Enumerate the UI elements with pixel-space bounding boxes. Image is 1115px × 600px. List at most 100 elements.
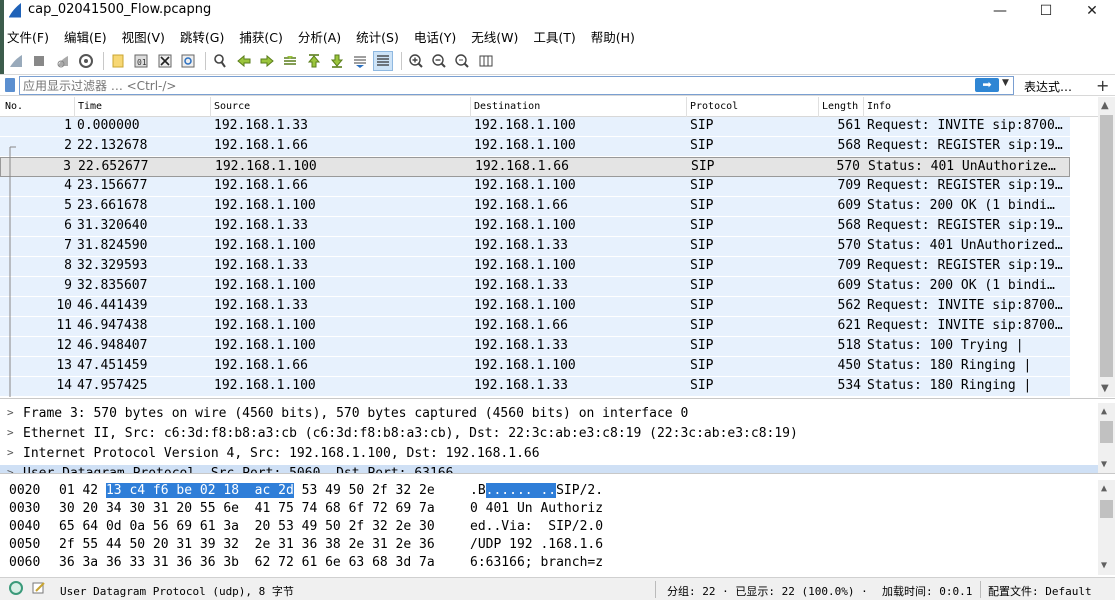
packet-row[interactable]: 2 22.132678 192.168.1.66 192.168.1.100 SIP 56… (0, 137, 1070, 157)
packet-no: 1 (64, 118, 72, 133)
menu-tools[interactable]: 工具(T) (526, 24, 583, 46)
packet-row[interactable]: 5 23.661678 192.168.1.100 192.168.1.66 SIP 60… (0, 197, 1070, 217)
packet-info: Request: REGISTER sip:19… (867, 178, 1063, 193)
go-to-packet-icon[interactable] (280, 51, 300, 71)
menu-go[interactable]: 跳转(G) (173, 24, 232, 46)
add-filter-button[interactable]: + (1096, 76, 1109, 95)
packet-protocol: SIP (690, 378, 714, 393)
expression-button[interactable]: 表达式… (1024, 78, 1072, 95)
menu-view[interactable]: 视图(V) (115, 24, 173, 46)
minimize-button[interactable]: — (977, 0, 1023, 22)
colorize-icon[interactable] (373, 51, 394, 71)
byte-hex: 2f 55 44 50 20 31 39 32 2e 31 36 38 2e 3… (59, 537, 435, 552)
bookmark-icon[interactable] (5, 78, 15, 92)
resize-columns-icon[interactable] (476, 51, 496, 71)
packet-source: 192.168.1.33 (214, 218, 308, 233)
details-scrollbar[interactable]: ▲ ▼ (1098, 403, 1115, 473)
capture-comment-icon[interactable] (32, 581, 46, 598)
column-header-no[interactable]: No. (5, 101, 23, 112)
detail-row-udp[interactable]: > User Datagram Protocol, Src Port: 5060… (0, 465, 1098, 474)
packet-no: 12 (56, 338, 72, 353)
column-header-protocol[interactable]: Protocol (690, 101, 738, 112)
restart-icon[interactable] (53, 51, 73, 71)
packet-row[interactable]: 12 46.948407 192.168.1.100 192.168.1.33 SIP 5… (0, 337, 1070, 357)
packet-row[interactable]: 1 0.000000 192.168.1.33 192.168.1.100 SIP 561… (0, 117, 1070, 137)
zoom-out-icon[interactable] (429, 51, 449, 71)
display-filter-input[interactable] (19, 76, 1014, 95)
packet-length: 561 (837, 118, 861, 133)
scroll-down-arrow-icon[interactable]: ▼ (1101, 383, 1109, 394)
menu-edit[interactable]: 编辑(E) (57, 24, 115, 46)
column-header-source[interactable]: Source (214, 101, 250, 112)
column-header-length[interactable]: Length (822, 101, 858, 112)
details-scroll-thumb[interactable] (1100, 421, 1113, 443)
zoom-in-icon[interactable] (406, 51, 426, 71)
packet-protocol: SIP (690, 278, 714, 293)
expand-chevron-icon[interactable]: > (7, 446, 14, 459)
maximize-button[interactable]: ☐ (1023, 0, 1069, 22)
menu-help[interactable]: 帮助(H) (584, 24, 643, 46)
scroll-down-arrow-icon[interactable]: ▼ (1101, 459, 1107, 470)
packet-row[interactable]: 7 31.824590 192.168.1.100 192.168.1.33 SIP 57… (0, 237, 1070, 257)
close-file-icon[interactable] (155, 51, 175, 71)
packet-row[interactable]: 8 32.329593 192.168.1.33 192.168.1.100 SIP 70… (0, 257, 1070, 277)
scroll-up-arrow-icon[interactable]: ▲ (1101, 406, 1107, 417)
ascii-hl: ...... .. (485, 483, 557, 498)
menu-file[interactable]: 文件(F) (0, 24, 57, 46)
reload-icon[interactable] (178, 51, 198, 71)
packet-protocol: SIP (690, 178, 714, 193)
find-icon[interactable] (210, 51, 230, 71)
first-packet-icon[interactable] (304, 51, 324, 71)
scroll-down-arrow-icon[interactable]: ▼ (1101, 560, 1107, 571)
byte-ascii: 6:63166; branch=z (470, 555, 603, 570)
bytes-scrollbar[interactable]: ▲ ▼ (1098, 480, 1115, 575)
packet-list-scroll-thumb[interactable] (1100, 115, 1113, 377)
ascii-pre: ed..Via: SIP/2.0 (470, 519, 604, 534)
packet-row[interactable]: 4 23.156677 192.168.1.66 192.168.1.100 SIP 70… (0, 177, 1070, 197)
bytes-scroll-thumb[interactable] (1100, 500, 1113, 518)
status-profile[interactable]: 配置文件: Default (988, 583, 1092, 599)
packet-row[interactable]: 11 46.947438 192.168.1.100 192.168.1.66 SIP 6… (0, 317, 1070, 337)
menu-wireless[interactable]: 无线(W) (464, 24, 526, 46)
column-header-info[interactable]: Info (867, 101, 891, 112)
packet-time: 23.661678 (77, 198, 148, 213)
last-packet-icon[interactable] (327, 51, 347, 71)
packet-row[interactable]: 9 32.835607 192.168.1.100 192.168.1.33 SIP 60… (0, 277, 1070, 297)
menu-telephony[interactable]: 电话(Y) (407, 24, 464, 46)
packet-row[interactable]: 13 47.451459 192.168.1.66 192.168.1.100 SIP 4… (0, 357, 1070, 377)
capture-options-icon[interactable] (76, 51, 96, 71)
shark-fin-start-icon[interactable] (6, 51, 26, 71)
packet-destination: 192.168.1.66 (474, 198, 568, 213)
packet-row[interactable]: 3 22.652677 192.168.1.100 192.168.1.66 SIP 57… (0, 157, 1070, 177)
normal-size-icon[interactable] (452, 51, 472, 71)
packet-protocol: SIP (690, 238, 714, 253)
packet-row[interactable]: 10 46.441439 192.168.1.33 192.168.1.100 SIP 5… (0, 297, 1070, 317)
stop-icon[interactable] (29, 51, 49, 71)
expand-chevron-icon[interactable]: > (7, 426, 14, 439)
detail-row-label: User Datagram Protocol, Src Port: 5060, … (23, 466, 454, 474)
close-window-button[interactable]: ✕ (1069, 0, 1115, 22)
ascii-post: SIP/2. (556, 483, 604, 498)
menu-statistics[interactable]: 统计(S) (349, 24, 407, 46)
packet-row[interactable]: 14 47.957425 192.168.1.100 192.168.1.33 SIP 5… (0, 377, 1070, 397)
column-header-time[interactable]: Time (78, 101, 102, 112)
menu-capture[interactable]: 捕获(C) (232, 24, 290, 46)
menu-analyze[interactable]: 分析(A) (291, 24, 349, 46)
expand-chevron-icon[interactable]: > (7, 406, 14, 419)
filter-history-dropdown-icon[interactable]: ▼ (1002, 78, 1009, 88)
scroll-up-arrow-icon[interactable]: ▲ (1101, 100, 1109, 111)
packet-source: 192.168.1.100 (214, 378, 316, 393)
expand-chevron-icon[interactable]: > (7, 466, 14, 473)
autoscroll-icon[interactable] (350, 51, 370, 71)
expert-info-icon[interactable] (9, 581, 23, 595)
save-icon[interactable]: 01 (131, 51, 151, 71)
back-icon[interactable] (234, 51, 254, 71)
open-file-icon[interactable] (108, 51, 128, 71)
packet-destination: 192.168.1.66 (475, 159, 569, 174)
packet-list-scrollbar[interactable]: ▲ ▼ (1098, 97, 1115, 397)
column-header-destination[interactable]: Destination (474, 101, 540, 112)
forward-icon[interactable] (257, 51, 277, 71)
scroll-up-arrow-icon[interactable]: ▲ (1101, 483, 1107, 494)
apply-filter-arrow-icon[interactable]: ➡ (975, 78, 999, 92)
packet-row[interactable]: 6 31.320640 192.168.1.33 192.168.1.100 SIP 56… (0, 217, 1070, 237)
